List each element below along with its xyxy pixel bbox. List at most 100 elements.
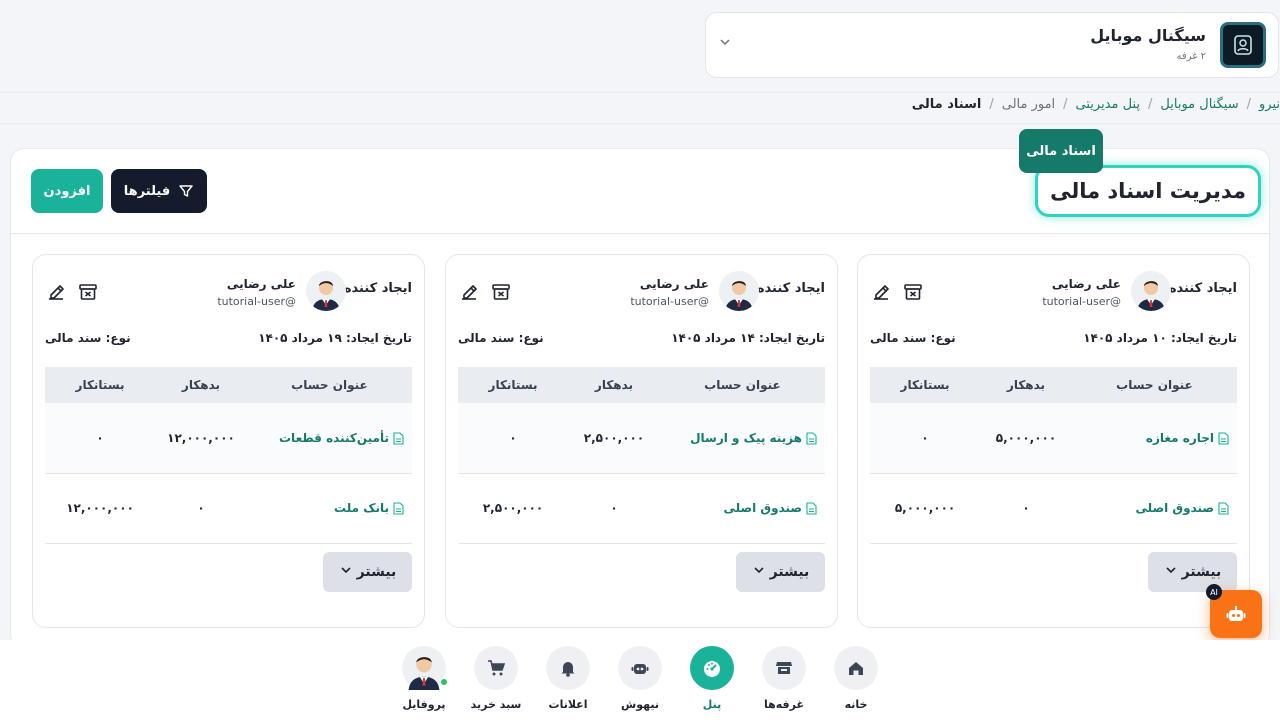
account-link[interactable]: هزینه پیک و ارسال (660, 403, 825, 473)
header-account: عنوان حساب (1071, 367, 1237, 403)
debit-cell: ۲,۵۰۰,۰۰۰ (583, 430, 645, 445)
ledger-table: عنوان حساب بدهکار بستانکار اجاره مغازه ۵… (870, 367, 1237, 544)
edit-icon[interactable] (458, 281, 480, 303)
creator-handle: tutorial-user@ (217, 295, 296, 308)
account-link[interactable]: اجاره مغازه (1072, 403, 1237, 473)
document-card: ایجاد کننده: علی رضایی tutorial-user@ تا… (857, 254, 1250, 628)
account-link[interactable]: تأمین‌کننده قطعات (247, 403, 412, 473)
robot-icon (1226, 606, 1246, 621)
top-bar: سیگنال موبایل ۲ غرفه (0, 0, 1280, 92)
table-row: تأمین‌کننده قطعات ۱۲,۰۰۰,۰۰۰ ۰ (45, 403, 412, 473)
dashboard-icon (690, 646, 734, 690)
bottom-navigation: خانه غرفه‌ها پنل نیهوش اعلانات سبد خرید پروفای… (0, 640, 1280, 720)
nav-label: پنل (702, 698, 722, 711)
nav-label: سبد خرید (470, 698, 522, 711)
breadcrumb-separator: / (1148, 97, 1153, 112)
nav-item[interactable]: پروفایل (394, 646, 454, 718)
more-label: بیشتر (769, 564, 810, 580)
creator-label: ایجاد کننده: (338, 281, 412, 296)
nav-item[interactable]: خانه (826, 646, 886, 718)
document-type: نوع: سند مالی (45, 331, 131, 345)
filter-icon (179, 185, 193, 197)
credit-cell: ۱۲,۰۰۰,۰۰۰ (66, 501, 134, 515)
breadcrumb-current: اسناد مالی (911, 97, 982, 112)
account-title: تأمین‌کننده قطعات (279, 430, 389, 445)
debit-cell: ۵,۰۰۰,۰۰۰ (995, 430, 1057, 445)
account-link[interactable]: بانک ملت (247, 473, 412, 543)
nav-item[interactable]: نیهوش (610, 646, 670, 718)
account-title: اجاره مغازه (1145, 430, 1214, 445)
edit-icon[interactable] (45, 281, 67, 303)
store-subtitle: ۲ غرفه (1176, 51, 1206, 62)
account-link[interactable]: صندوق اصلی (1072, 473, 1237, 543)
chevron-down-icon[interactable] (718, 35, 732, 49)
avatar (306, 271, 346, 311)
creator-name: علی رضایی (639, 277, 709, 291)
documents-panel: اسناد مالی مدیریت اسناد مالی فیلترها افز… (10, 129, 1270, 648)
more-label: بیشتر (1181, 564, 1222, 580)
account-title: هزینه پیک و ارسال (690, 430, 802, 445)
ledger-table: عنوان حساب بدهکار بستانکار هزینه پیک و ا… (458, 367, 825, 544)
archive-icon[interactable] (902, 281, 924, 303)
creator-name: علی رضایی (1051, 277, 1121, 291)
store-selector[interactable]: سیگنال موبایل ۲ غرفه (705, 12, 1279, 78)
archive-icon[interactable] (77, 281, 99, 303)
home-icon (834, 646, 878, 690)
chevron-down-icon (339, 563, 353, 581)
filters-label: فیلترها (123, 183, 171, 199)
nav-item[interactable]: غرفه‌ها (754, 646, 814, 718)
creator-label: ایجاد کننده: (751, 281, 825, 296)
table-row: صندوق اصلی ۰ ۲,۵۰۰,۰۰۰ (458, 473, 825, 543)
credit-cell: ۲,۵۰۰,۰۰۰ (482, 501, 544, 515)
debit-cell: ۰ (1022, 501, 1030, 515)
chevron-down-icon (1164, 563, 1178, 581)
credit-cell: ۰ (96, 430, 104, 445)
nav-label: نیهوش (621, 698, 659, 711)
header-credit: بستانکار (870, 367, 981, 403)
breadcrumb-bar: نیرو / سیگنال موبایل / پنل مدیریتی / امو… (0, 92, 1280, 124)
breadcrumb-separator: / (989, 97, 994, 112)
created-date: تاریخ ایجاد: ۱۴ مرداد ۱۴۰۵ (671, 331, 825, 345)
document-card: ایجاد کننده: علی رضایی tutorial-user@ تا… (32, 254, 425, 628)
nav-item[interactable]: پنل (682, 646, 742, 718)
more-button[interactable]: بیشتر (323, 552, 412, 592)
edit-icon[interactable] (870, 281, 892, 303)
ai-assistant-button[interactable]: AI (1206, 584, 1262, 638)
header-debit: بدهکار (155, 367, 247, 403)
more-button[interactable]: بیشتر (736, 552, 825, 592)
account-title: صندوق اصلی (1135, 501, 1214, 515)
breadcrumb-item[interactable]: امور مالی (1002, 97, 1055, 112)
ledger-table: عنوان حساب بدهکار بستانکار تأمین‌کننده ق… (45, 367, 412, 544)
creator-handle: tutorial-user@ (630, 295, 709, 308)
breadcrumb-item[interactable]: نیرو (1259, 97, 1280, 112)
creator-name: علی رضایی (226, 277, 296, 291)
archive-icon[interactable] (490, 281, 512, 303)
more-button[interactable]: بیشتر (1148, 552, 1237, 592)
breadcrumb-item[interactable]: سیگنال موبایل (1160, 97, 1238, 112)
breadcrumb-separator: / (1246, 97, 1251, 112)
account-link[interactable]: صندوق اصلی (660, 473, 825, 543)
nav-item[interactable]: اعلانات (538, 646, 598, 718)
nav-label: غرفه‌ها (764, 698, 804, 711)
debit-cell: ۰ (610, 501, 618, 515)
add-button[interactable]: افزودن (31, 169, 103, 213)
table-row: صندوق اصلی ۰ ۵,۰۰۰,۰۰۰ (870, 473, 1237, 543)
creator-label: ایجاد کننده: (1163, 281, 1237, 296)
created-date: تاریخ ایجاد: ۱۹ مرداد ۱۴۰۵ (258, 331, 412, 345)
header-account: عنوان حساب (246, 367, 412, 403)
table-row: اجاره مغازه ۵,۰۰۰,۰۰۰ ۰ (870, 403, 1237, 473)
breadcrumb: نیرو / سیگنال موبایل / پنل مدیریتی / امو… (912, 97, 1280, 112)
robot-icon (618, 646, 662, 690)
document-card: ایجاد کننده: علی رضایی tutorial-user@ تا… (445, 254, 838, 628)
nav-label: خانه (844, 698, 868, 711)
created-date: تاریخ ایجاد: ۱۰ مرداد ۱۴۰۵ (1083, 331, 1237, 345)
filters-button[interactable]: فیلترها (111, 169, 207, 213)
header-debit: بدهکار (980, 367, 1072, 403)
avatar-icon (402, 646, 448, 690)
nav-label: اعلانات (548, 698, 588, 711)
breadcrumb-item[interactable]: پنل مدیریتی (1076, 97, 1140, 112)
document-type: نوع: سند مالی (870, 331, 956, 345)
store-icon (762, 646, 806, 690)
nav-item[interactable]: سبد خرید (466, 646, 526, 718)
account-title: صندوق اصلی (723, 501, 802, 515)
